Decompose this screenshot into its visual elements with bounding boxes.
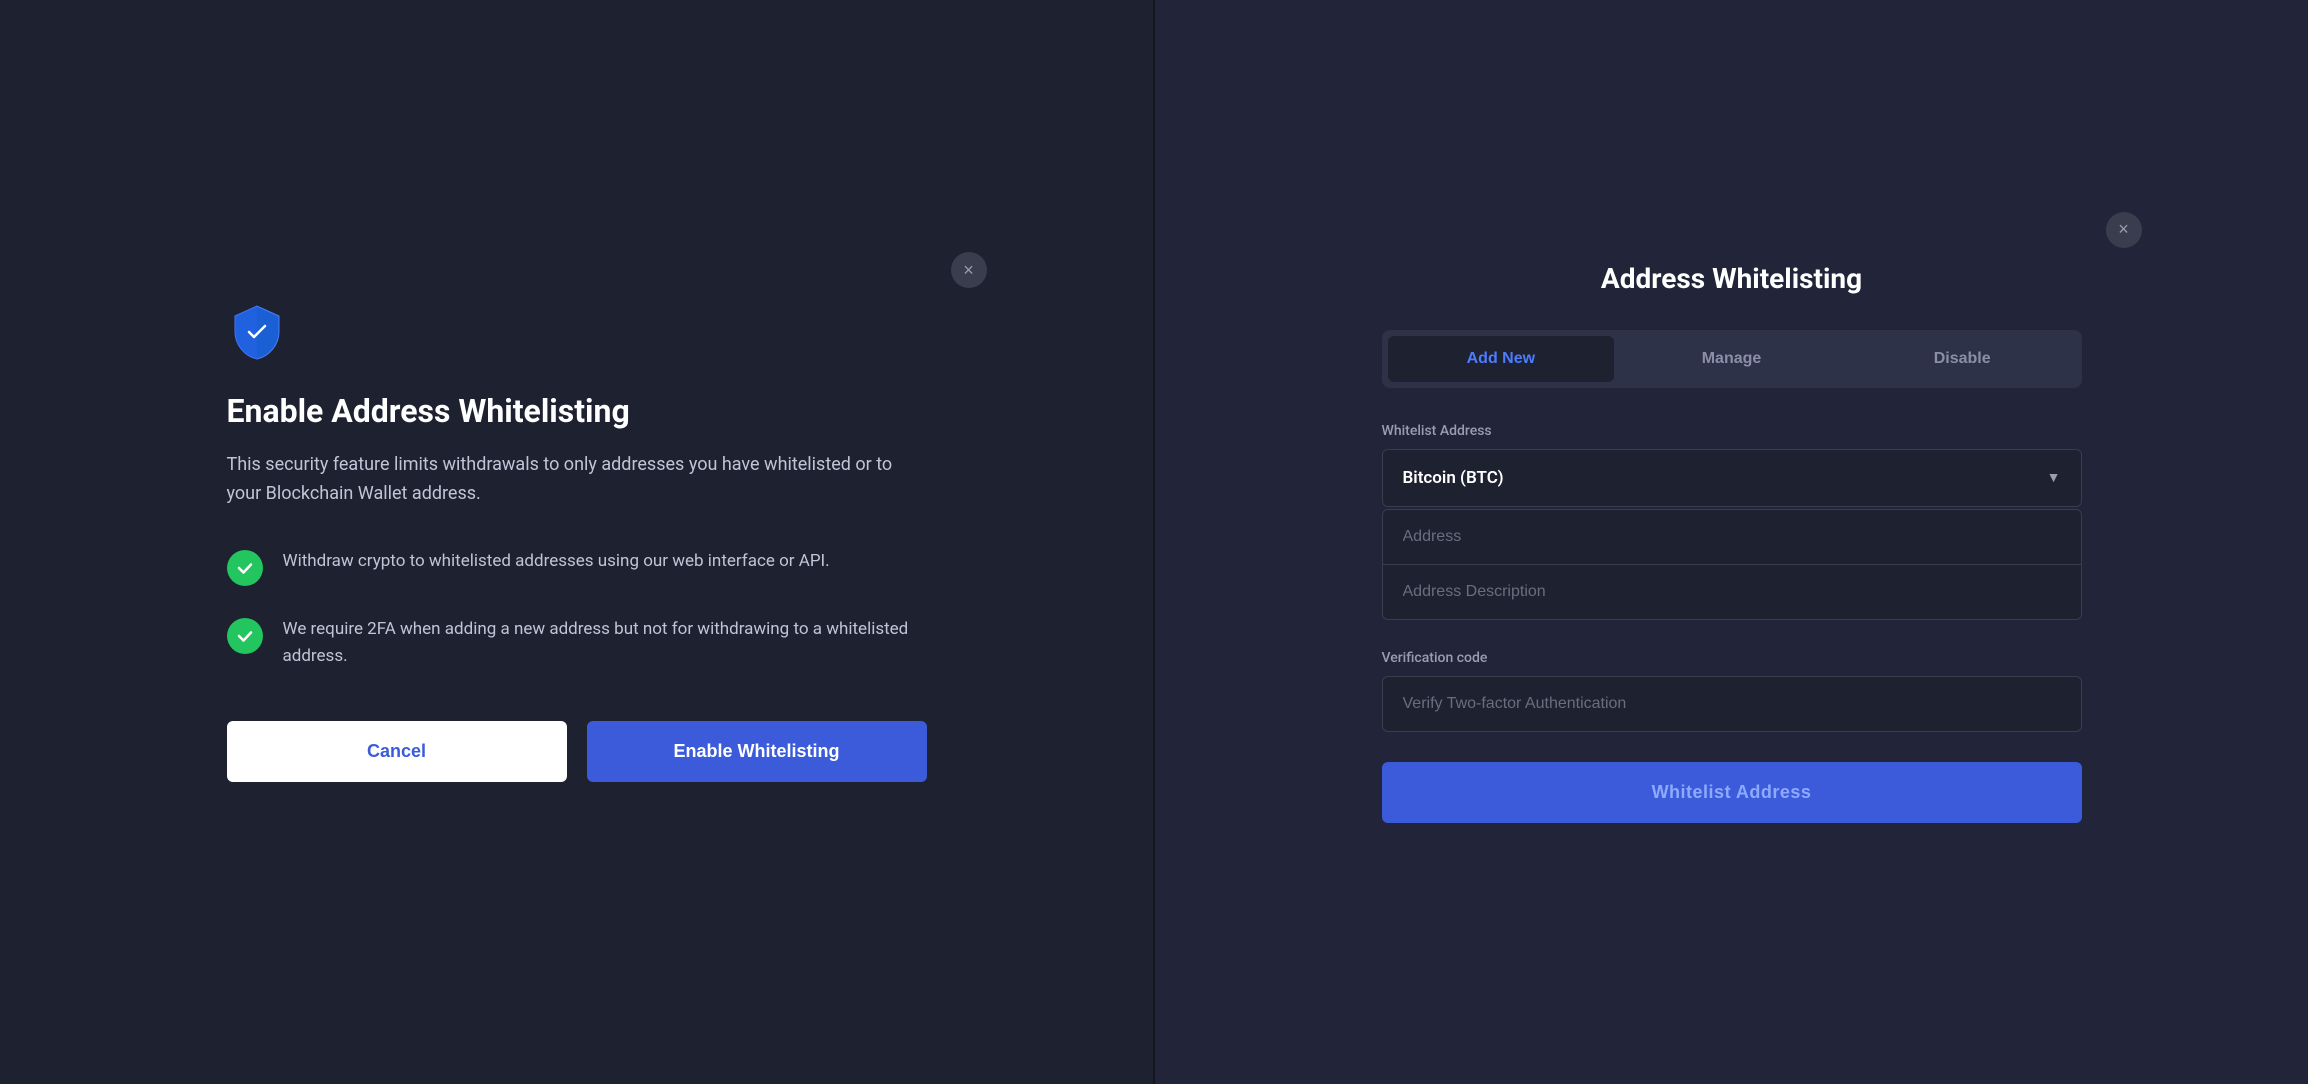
check-circle-1 bbox=[227, 550, 263, 586]
left-panel: × Enable Address Whitelisting This secur… bbox=[0, 0, 1153, 1084]
currency-value: Bitcoin (BTC) bbox=[1403, 468, 1504, 488]
shield-icon bbox=[227, 302, 287, 362]
address-input[interactable] bbox=[1383, 510, 2081, 565]
verification-section: Verification code bbox=[1382, 650, 2082, 732]
check-circle-2 bbox=[227, 618, 263, 654]
tab-manage[interactable]: Manage bbox=[1618, 336, 1845, 382]
verification-input[interactable] bbox=[1382, 676, 2082, 732]
tab-add-new[interactable]: Add New bbox=[1388, 336, 1615, 382]
feature-list: Withdraw crypto to whitelisted addresses… bbox=[227, 548, 927, 670]
button-row: Cancel Enable Whitelisting bbox=[227, 721, 927, 782]
tab-disable[interactable]: Disable bbox=[1849, 336, 2076, 382]
feature-item-2: We require 2FA when adding a new address… bbox=[227, 616, 927, 670]
enable-whitelisting-button[interactable]: Enable Whitelisting bbox=[587, 721, 927, 782]
page-container: × Enable Address Whitelisting This secur… bbox=[0, 0, 2308, 1084]
close-button-right[interactable]: × bbox=[2106, 212, 2142, 248]
address-fields bbox=[1382, 509, 2082, 620]
modal-description: This security feature limits withdrawals… bbox=[227, 451, 927, 509]
cancel-button[interactable]: Cancel bbox=[227, 721, 567, 782]
left-modal: × Enable Address Whitelisting This secur… bbox=[167, 252, 987, 831]
right-panel: × Address Whitelisting Add New Manage Di… bbox=[1155, 0, 2308, 1084]
verification-label: Verification code bbox=[1382, 650, 2082, 666]
tab-group: Add New Manage Disable bbox=[1382, 330, 2082, 388]
dropdown-arrow-icon: ▼ bbox=[2047, 469, 2061, 486]
feature-text-2: We require 2FA when adding a new address… bbox=[283, 616, 927, 670]
right-modal: × Address Whitelisting Add New Manage Di… bbox=[1322, 212, 2142, 873]
feature-item-1: Withdraw crypto to whitelisted addresses… bbox=[227, 548, 927, 586]
address-description-input[interactable] bbox=[1383, 565, 2081, 619]
feature-text-1: Withdraw crypto to whitelisted addresses… bbox=[283, 548, 830, 575]
close-button-left[interactable]: × bbox=[951, 252, 987, 288]
right-modal-title: Address Whitelisting bbox=[1382, 262, 2082, 295]
currency-select[interactable]: Bitcoin (BTC) ▼ bbox=[1383, 450, 2081, 506]
modal-title: Enable Address Whitelisting bbox=[227, 392, 927, 430]
whitelist-address-button[interactable]: Whitelist Address bbox=[1382, 762, 2082, 823]
whitelist-address-label: Whitelist Address bbox=[1382, 423, 2082, 439]
currency-select-container: Bitcoin (BTC) ▼ bbox=[1382, 449, 2082, 507]
